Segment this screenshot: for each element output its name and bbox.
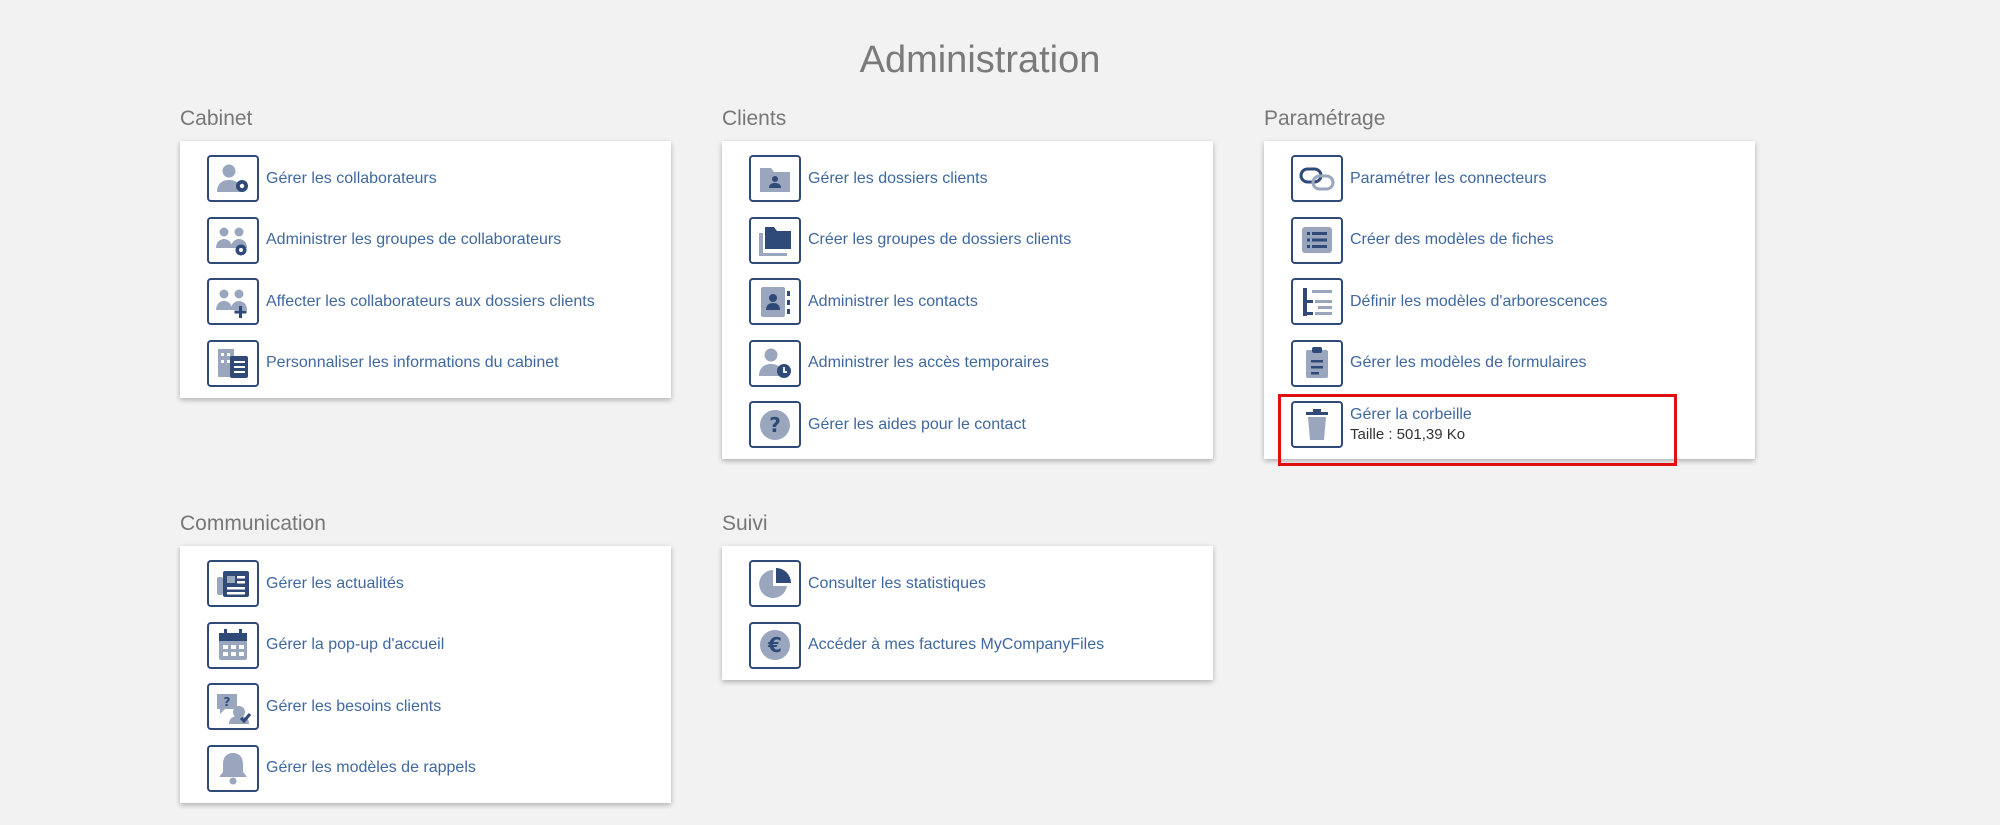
card-cabinet: Gérer les collaborateurs Administrer les… bbox=[180, 141, 671, 398]
link-icon bbox=[1291, 155, 1343, 202]
link-label: Gérer les aides pour le contact bbox=[808, 415, 1026, 433]
link-label: Gérer les modèles de formulaires bbox=[1350, 354, 1587, 371]
svg-text:?: ? bbox=[769, 413, 781, 437]
link-label: Accéder à mes factures MyCompanyFiles bbox=[808, 636, 1105, 653]
contact-card-icon bbox=[749, 278, 801, 325]
link-affecter-collaborateurs[interactable]: Affecter les collaborateurs aux dossiers… bbox=[207, 276, 671, 327]
section-title-parametrage: Paramétrage bbox=[1264, 107, 1386, 130]
chat-check-icon: ? bbox=[207, 683, 259, 730]
folders-icon bbox=[749, 216, 801, 264]
link-label: Paramétrer les connecteurs bbox=[1350, 169, 1547, 187]
link-label: Gérer les collaborateurs bbox=[266, 169, 437, 187]
link-personnaliser-cabinet[interactable]: Personnaliser les informations du cabine… bbox=[207, 338, 671, 389]
section-communication: Communication Gérer les actualités Gérer… bbox=[180, 511, 671, 803]
link-popup-accueil[interactable]: Gérer la pop-up d'accueil bbox=[207, 620, 671, 671]
question-icon: ? bbox=[749, 401, 801, 448]
link-label: Créer les groupes de dossiers clients bbox=[808, 231, 1072, 248]
users-gear-icon bbox=[207, 216, 259, 264]
bell-icon bbox=[207, 744, 259, 792]
user-clock-icon bbox=[749, 339, 801, 387]
link-acces-temporaires[interactable]: Administrer les accès temporaires bbox=[749, 338, 1213, 389]
link-gerer-actualites[interactable]: Gérer les actualités bbox=[207, 558, 671, 609]
calendar-icon bbox=[207, 621, 259, 669]
section-cabinet: Cabinet Gérer les collaborateurs Adminis… bbox=[180, 106, 671, 398]
link-modeles-arborescences[interactable]: Définir les modèles d'arborescences bbox=[1291, 276, 1755, 327]
link-label: Personnaliser les informations du cabine… bbox=[266, 354, 559, 371]
section-title-clients: Clients bbox=[722, 107, 787, 130]
link-label: Administrer les accès temporaires bbox=[808, 354, 1049, 371]
list-card-icon bbox=[1291, 216, 1343, 264]
newspaper-icon bbox=[207, 560, 259, 607]
link-modeles-fiches[interactable]: Créer des modèles de fiches bbox=[1291, 215, 1755, 266]
card-clients: Gérer les dossiers clients Créer les gro… bbox=[722, 141, 1213, 459]
link-modeles-rappels[interactable]: Gérer les modèles de rappels bbox=[207, 743, 671, 794]
link-label: Gérer les dossiers clients bbox=[808, 169, 988, 187]
link-label: Administrer les contacts bbox=[808, 292, 978, 310]
link-label: Gérer les besoins clients bbox=[266, 697, 442, 715]
link-administrer-contacts[interactable]: Administrer les contacts bbox=[749, 276, 1213, 327]
card-suivi: Consulter les statistiques € Accéder à m… bbox=[722, 546, 1213, 680]
link-label: Affecter les collaborateurs aux dossiers… bbox=[266, 292, 595, 310]
section-title-cabinet: Cabinet bbox=[180, 107, 253, 130]
building-list-icon bbox=[207, 339, 259, 387]
link-groupes-collaborateurs[interactable]: Administrer les groupes de collaborateur… bbox=[207, 215, 671, 266]
users-plus-icon bbox=[207, 278, 259, 325]
folder-user-icon bbox=[749, 155, 801, 202]
link-label: Créer des modèles de fiches bbox=[1350, 231, 1554, 248]
link-factures[interactable]: € Accéder à mes factures MyCompanyFiles bbox=[749, 620, 1213, 671]
link-aides-contact[interactable]: ? Gérer les aides pour le contact bbox=[749, 399, 1213, 450]
link-label: Gérer les modèles de rappels bbox=[266, 759, 476, 776]
link-modeles-formulaires[interactable]: Gérer les modèles de formulaires bbox=[1291, 338, 1755, 389]
card-communication: Gérer les actualités Gérer la pop-up d'a… bbox=[180, 546, 671, 803]
link-label: Administrer les groupes de collaborateur… bbox=[266, 231, 562, 248]
section-title-suivi: Suivi bbox=[722, 512, 768, 535]
clipboard-icon bbox=[1291, 339, 1343, 387]
link-label: Définir les modèles d'arborescences bbox=[1350, 292, 1608, 310]
link-groupes-dossiers[interactable]: Créer les groupes de dossiers clients bbox=[749, 215, 1213, 266]
link-gerer-collaborateurs[interactable]: Gérer les collaborateurs bbox=[207, 153, 671, 204]
link-dossiers-clients[interactable]: Gérer les dossiers clients bbox=[749, 153, 1213, 204]
link-label: Consulter les statistiques bbox=[808, 574, 986, 592]
euro-icon: € bbox=[749, 621, 801, 669]
svg-text:€: € bbox=[767, 633, 782, 657]
highlight-box bbox=[1278, 394, 1677, 466]
section-title-communication: Communication bbox=[180, 512, 326, 535]
link-parametrer-connecteurs[interactable]: Paramétrer les connecteurs bbox=[1291, 153, 1755, 204]
section-clients: Clients Gérer les dossiers clients Créer… bbox=[722, 106, 1213, 459]
link-besoins-clients[interactable]: ? Gérer les besoins clients bbox=[207, 681, 671, 732]
tree-list-icon bbox=[1291, 278, 1343, 325]
link-statistiques[interactable]: Consulter les statistiques bbox=[749, 558, 1213, 609]
page-title: Administration bbox=[859, 39, 1101, 82]
section-suivi: Suivi Consulter les statistiques € Accéd… bbox=[722, 511, 1213, 680]
user-gear-icon bbox=[207, 155, 259, 202]
pie-chart-icon bbox=[749, 560, 801, 607]
link-label: Gérer la pop-up d'accueil bbox=[266, 636, 445, 653]
link-label: Gérer les actualités bbox=[266, 574, 404, 592]
svg-text:?: ? bbox=[224, 695, 231, 709]
